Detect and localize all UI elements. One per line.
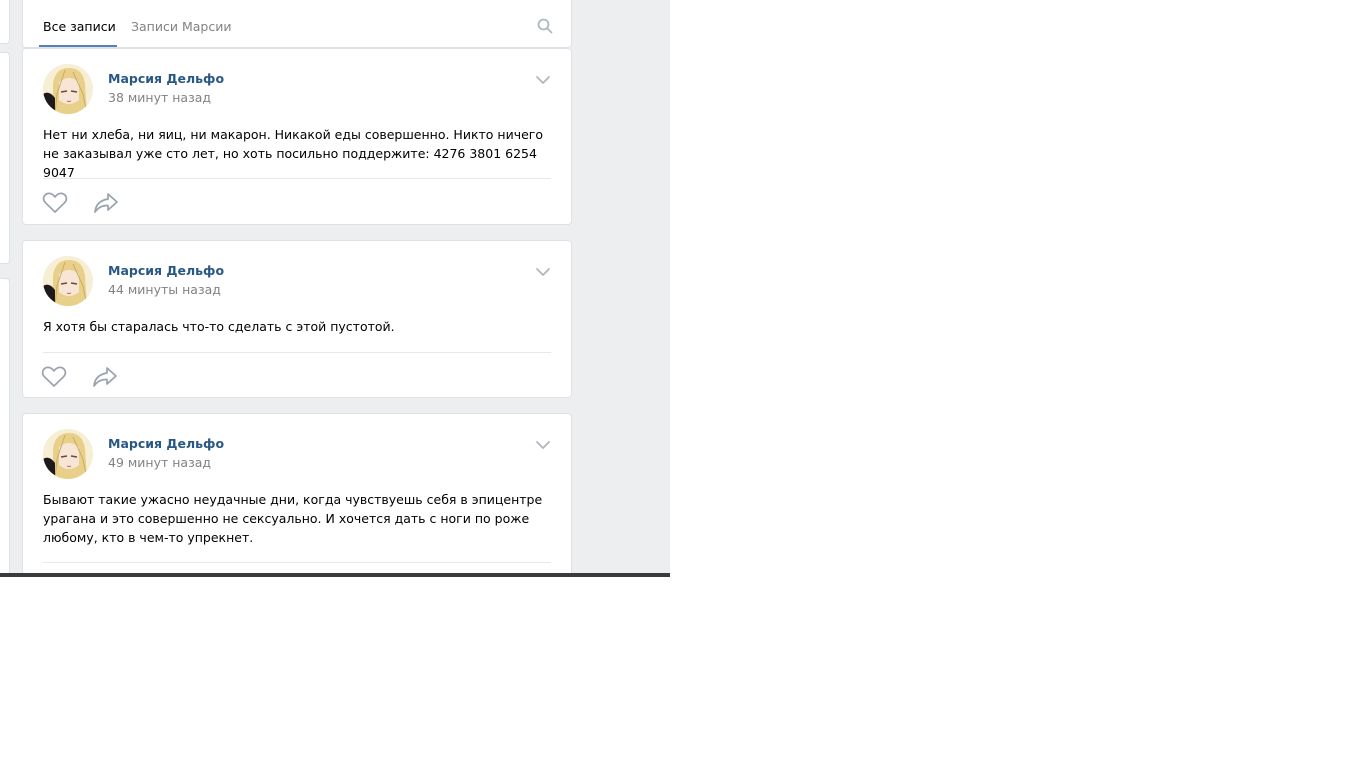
wall-viewport: Все записи Записи Марсии Марсия Дельфо 3… <box>0 0 670 574</box>
share-arrow-icon[interactable] <box>93 192 119 214</box>
search-icon[interactable] <box>537 18 553 34</box>
side-card <box>0 52 10 264</box>
post-author[interactable]: Марсия Дельфо <box>108 263 224 278</box>
avatar[interactable] <box>43 256 93 306</box>
post-author[interactable]: Марсия Дельфо <box>108 436 224 451</box>
avatar[interactable] <box>43 429 93 479</box>
heart-icon[interactable] <box>41 366 67 388</box>
post-text: Я хотя бы старалась что-то сделать с это… <box>43 319 395 334</box>
side-card <box>0 278 10 574</box>
post-time[interactable]: 49 минут назад <box>108 455 211 470</box>
chevron-down-icon[interactable] <box>535 75 551 85</box>
chevron-down-icon[interactable] <box>535 267 551 277</box>
post-author[interactable]: Марсия Дельфо <box>108 71 224 86</box>
post-card: Марсия Дельфо 38 минут назад Нет ни хлеб… <box>22 48 572 225</box>
post-card: Марсия Дельфо 49 минут назад Бывают таки… <box>22 413 572 574</box>
tab-owner-posts[interactable]: Записи Марсии <box>131 19 231 34</box>
post-time[interactable]: 38 минут назад <box>108 90 211 105</box>
post-divider <box>43 178 551 179</box>
screen-bottom-edge <box>0 573 670 577</box>
post-divider <box>43 562 551 563</box>
chevron-down-icon[interactable] <box>535 440 551 450</box>
active-tab-indicator <box>39 45 117 47</box>
post-card: Марсия Дельфо 44 минуты назад Я хотя бы … <box>22 240 572 398</box>
side-card <box>0 0 10 44</box>
avatar[interactable] <box>43 64 93 114</box>
post-text: Бывают такие ужасно неудачные дни, когда… <box>43 492 543 545</box>
share-arrow-icon[interactable] <box>92 366 118 388</box>
tab-all-posts[interactable]: Все записи <box>43 19 116 34</box>
post-text: Нет ни хлеба, ни яиц, ни макарон. Никако… <box>43 127 543 180</box>
wall-tabs-card: Все записи Записи Марсии <box>22 0 572 48</box>
heart-icon[interactable] <box>42 192 68 214</box>
post-divider <box>43 352 551 353</box>
post-time[interactable]: 44 минуты назад <box>108 282 221 297</box>
